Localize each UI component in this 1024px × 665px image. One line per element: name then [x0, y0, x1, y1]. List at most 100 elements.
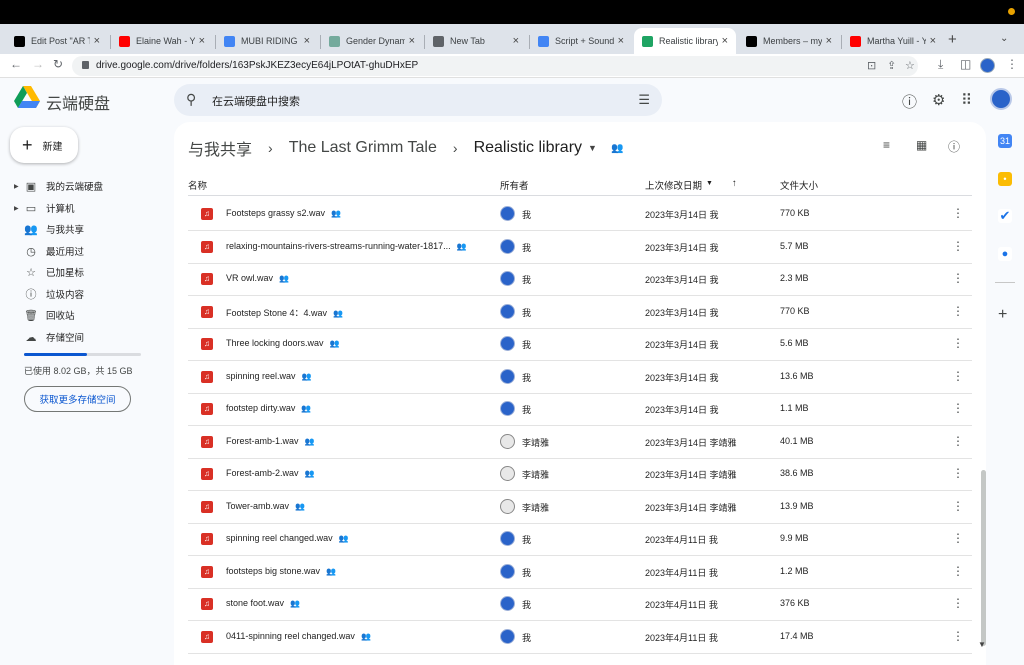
caret-right-icon[interactable]: ▶ [14, 183, 22, 190]
close-tab-icon[interactable]: × [199, 35, 205, 47]
side-panel-icon[interactable]: ◫ [960, 57, 971, 71]
close-tab-icon[interactable]: × [722, 35, 728, 47]
file-row[interactable]: ♫ stone foot.wav 👥 我 2023年4月11日 我 376 KB ⋮ [188, 588, 972, 621]
file-row[interactable]: ♫ relaxing-mountains-rivers-streams-runni… [188, 231, 972, 264]
download-icon[interactable]: ⤓ [938, 57, 943, 72]
more-actions-icon[interactable]: ⋮ [952, 336, 964, 350]
browser-menu-icon[interactable]: ⋮ [1006, 57, 1018, 71]
browser-profile-avatar[interactable] [980, 58, 995, 73]
browser-tab[interactable]: Members – myt × [738, 28, 840, 54]
more-actions-icon[interactable]: ⋮ [952, 239, 964, 253]
more-actions-icon[interactable]: ⋮ [952, 369, 964, 383]
browser-tab[interactable]: MUBI RIDING H × [216, 28, 318, 54]
file-row[interactable]: ♫ Three locking doors.wav 👥 我 2023年3月14日 我 5.… [188, 328, 972, 361]
calendar-icon[interactable]: 31 [998, 134, 1012, 148]
apps-grid-icon[interactable]: ⠿ [961, 91, 972, 109]
sort-dropdown-icon[interactable]: ▼ [706, 180, 713, 187]
keep-icon[interactable]: • [998, 172, 1012, 186]
file-name[interactable]: 0411-spinning reel changed.wav 👥 [226, 631, 371, 641]
file-name[interactable]: Footsteps grassy s2.wav 👥 [226, 208, 341, 218]
reload-icon[interactable]: ↻ [53, 57, 63, 71]
close-tab-icon[interactable]: × [930, 35, 936, 47]
file-name[interactable]: footstep dirty.wav 👥 [226, 403, 311, 413]
close-tab-icon[interactable]: × [513, 35, 519, 47]
close-tab-icon[interactable]: × [826, 35, 832, 47]
sidebar-item[interactable]: ▶ ▣ 我的云端硬盘 [14, 176, 164, 196]
browser-tab[interactable]: Realistic library × [634, 28, 736, 54]
new-button[interactable]: + 新建 [10, 127, 78, 163]
file-row[interactable]: ♫ VR owl.wav 👥 我 2023年3月14日 我 2.3 MB ⋮ [188, 263, 972, 296]
more-actions-icon[interactable]: ⋮ [952, 564, 964, 578]
more-actions-icon[interactable]: ⋮ [952, 596, 964, 610]
filter-icon[interactable]: ≡ [883, 138, 890, 152]
browser-tab[interactable]: Elaine Wah - Yo × [111, 28, 213, 54]
search-icon[interactable]: ⚲ [186, 91, 196, 108]
grid-view-icon[interactable]: ▦ [916, 138, 927, 152]
search-options-icon[interactable]: ☰ [638, 92, 650, 108]
tasks-icon[interactable]: ✔ [998, 208, 1012, 223]
close-tab-icon[interactable]: × [304, 35, 310, 47]
settings-gear-icon[interactable]: ⚙ [932, 91, 945, 109]
sidebar-item[interactable]: 🗑 回收站 [14, 305, 164, 325]
help-icon[interactable]: ⓘ [902, 91, 917, 112]
get-more-storage-button[interactable]: 获取更多存储空间 [24, 386, 131, 412]
address-bar[interactable]: drive.google.com/drive/folders/163PskJKE… [72, 56, 918, 76]
share-icon[interactable]: ⇪ [887, 59, 896, 72]
more-actions-icon[interactable]: ⋮ [952, 466, 964, 480]
file-name[interactable]: VR owl.wav 👥 [226, 273, 289, 283]
file-row[interactable]: ♫ spinning reel.wav 👥 我 2023年3月14日 我 13.6 MB ⋮ [188, 361, 972, 394]
caret-right-icon[interactable]: ▶ [14, 205, 22, 212]
more-actions-icon[interactable]: ⋮ [952, 271, 964, 285]
file-name[interactable]: relaxing-mountains-rivers-streams-runnin… [226, 241, 467, 251]
close-tab-icon[interactable]: × [409, 35, 415, 47]
forward-arrow-icon[interactable]: → [32, 57, 44, 71]
column-owner[interactable]: 所有者 [500, 178, 529, 192]
more-actions-icon[interactable]: ⋮ [952, 206, 964, 220]
sidebar-item[interactable]: ▶ ▭ 计算机 [14, 198, 164, 218]
sidebar-item[interactable]: ☆ 已加星标 [14, 262, 164, 282]
file-name[interactable]: Forest-amb-1.wav 👥 [226, 436, 315, 446]
install-app-icon[interactable]: ⊡ [867, 59, 876, 72]
file-name[interactable]: Forest-amb-2.wav 👥 [226, 468, 315, 478]
file-name[interactable]: spinning reel.wav 👥 [226, 371, 312, 381]
close-tab-icon[interactable]: × [618, 35, 624, 47]
file-row[interactable]: ♫ Forest-amb-2.wav 👥 李靖雅 2023年3月14日 李靖雅 38.6 … [188, 458, 972, 491]
sidebar-item[interactable]: ☁ 存储空间 [14, 327, 164, 347]
browser-tab[interactable]: Martha Yuill - Yo × [842, 28, 944, 54]
more-actions-icon[interactable]: ⋮ [952, 531, 964, 545]
add-addon-icon[interactable]: + [998, 306, 1007, 324]
browser-tab[interactable]: Gender Dynami × [321, 28, 423, 54]
scroll-down-icon[interactable]: ▼ [978, 640, 986, 649]
file-name[interactable]: stone foot.wav 👥 [226, 598, 300, 608]
sort-arrow-up-icon[interactable]: ↑ [732, 178, 737, 189]
file-name[interactable]: spinning reel changed.wav 👥 [226, 533, 349, 543]
file-row[interactable]: ♫ footsteps big stone.wav 👥 我 2023年4月11日 我 1.… [188, 556, 972, 589]
file-row[interactable]: ♫ spinning reel changed.wav 👥 我 2023年4月11日 我… [188, 523, 972, 556]
tab-search-chevron-icon[interactable]: ⌄ [1000, 33, 1008, 44]
close-tab-icon[interactable]: × [94, 35, 100, 47]
drive-logo-icon[interactable] [14, 86, 40, 110]
column-modified[interactable]: 上次修改日期 [645, 178, 702, 192]
search-box[interactable]: ⚲ 在云端硬盘中搜索 ☰ [174, 84, 662, 116]
file-row[interactable]: ♫ 0411-spinning reel changed.wav 👥 我 2023年4月… [188, 621, 972, 654]
browser-tab[interactable]: New Tab × [425, 28, 527, 54]
shared-folder-icon[interactable]: 👥 [611, 143, 623, 154]
more-actions-icon[interactable]: ⋮ [952, 304, 964, 318]
sidebar-item[interactable]: ⓘ 垃圾内容 [14, 284, 164, 304]
contacts-icon[interactable]: ● [998, 247, 1012, 261]
more-actions-icon[interactable]: ⋮ [952, 499, 964, 513]
column-name[interactable]: 名称 [188, 178, 207, 192]
more-actions-icon[interactable]: ⋮ [952, 629, 964, 643]
folder-dropdown-icon[interactable]: ▼ [588, 143, 597, 153]
more-actions-icon[interactable]: ⋮ [952, 401, 964, 415]
file-name[interactable]: Three locking doors.wav 👥 [226, 338, 340, 348]
sidebar-item[interactable]: ◷ 最近用过 [14, 241, 164, 261]
bookmark-star-icon[interactable]: ☆ [905, 59, 915, 72]
browser-tab[interactable]: Script + Soundd × [530, 28, 632, 54]
breadcrumb-folder[interactable]: The Last Grimm Tale [289, 139, 437, 157]
file-name[interactable]: footsteps big stone.wav 👥 [226, 566, 336, 576]
file-row[interactable]: ♫ footstep dirty.wav 👥 我 2023年3月14日 我 1.1 MB ⋮ [188, 393, 972, 426]
back-arrow-icon[interactable]: ← [10, 57, 22, 71]
sidebar-item[interactable]: 👥 与我共享 [14, 219, 164, 239]
file-row[interactable]: ♫ Tower-amb.wav 👥 李靖雅 2023年3月14日 李靖雅 13.9 MB ⋮ [188, 491, 972, 524]
